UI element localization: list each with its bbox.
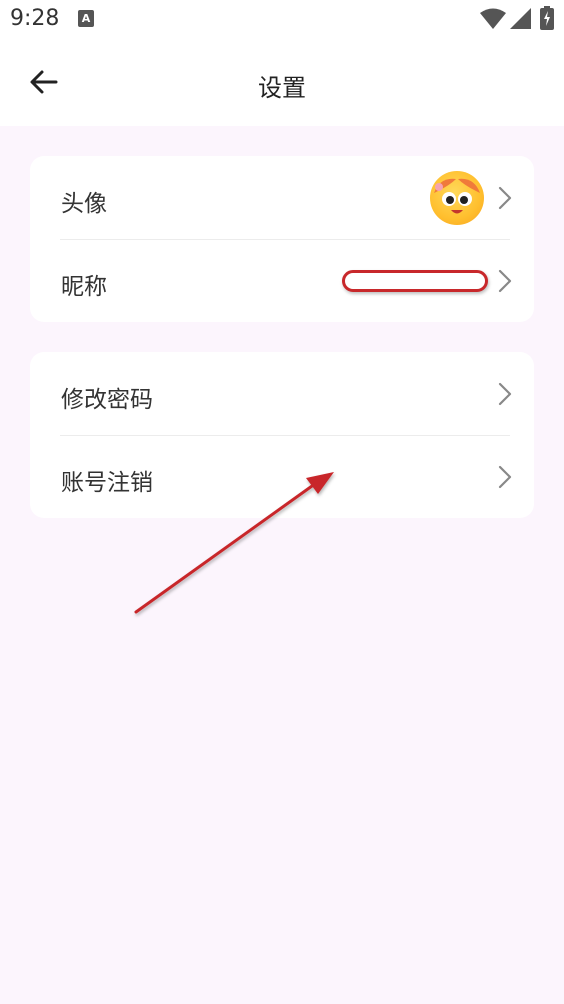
nickname-row[interactable]: 昵称 bbox=[30, 239, 534, 322]
redaction-mark bbox=[342, 270, 488, 292]
account-card: 修改密码 账号注销 bbox=[30, 352, 534, 518]
status-time: 9:28 bbox=[10, 6, 60, 31]
chevron-right-icon bbox=[498, 382, 512, 406]
page-title: 设置 bbox=[258, 74, 306, 102]
top-area: 9:28 A 设置 bbox=[0, 0, 564, 126]
change-password-row[interactable]: 修改密码 bbox=[30, 352, 534, 435]
app-bar: 设置 bbox=[0, 40, 564, 126]
chevron-right-icon bbox=[498, 269, 512, 293]
chevron-right-icon bbox=[498, 186, 512, 210]
wifi-icon bbox=[480, 8, 506, 29]
profile-card: 头像 昵称 bbox=[30, 156, 534, 322]
cancel-account-row[interactable]: 账号注销 bbox=[30, 435, 534, 518]
nickname-label: 昵称 bbox=[61, 274, 107, 300]
avatar[interactable] bbox=[430, 171, 484, 225]
battery-icon bbox=[540, 6, 554, 30]
status-bar: 9:28 A bbox=[0, 0, 564, 40]
change-password-label: 修改密码 bbox=[61, 387, 153, 413]
chevron-right-icon bbox=[498, 465, 512, 489]
avatar-row[interactable]: 头像 bbox=[30, 156, 534, 239]
notification-icon: A bbox=[78, 10, 94, 27]
cancel-account-label: 账号注销 bbox=[61, 470, 153, 496]
signal-icon bbox=[510, 8, 531, 29]
avatar-face-icon bbox=[434, 178, 480, 214]
avatar-label: 头像 bbox=[61, 191, 107, 217]
